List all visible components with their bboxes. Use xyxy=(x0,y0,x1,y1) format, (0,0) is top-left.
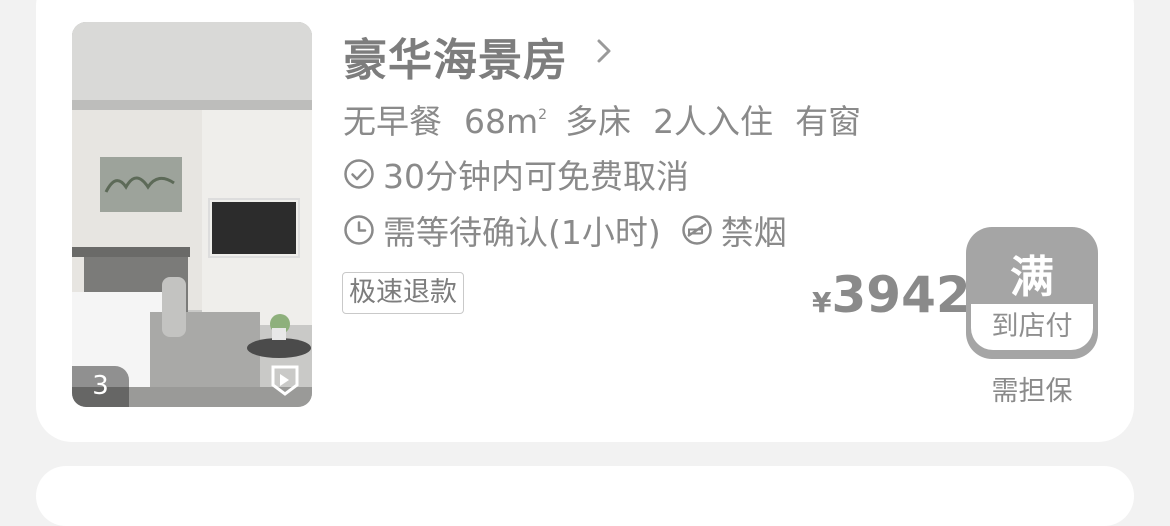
smoking-policy-text: 禁烟 xyxy=(720,213,787,252)
room-price: ¥3942 xyxy=(812,266,971,324)
price-amount: 3942 xyxy=(831,266,971,324)
next-room-card[interactable] xyxy=(36,466,1134,526)
photo-count-badge: 3 xyxy=(72,366,129,407)
spec-window: 有窗 xyxy=(795,102,862,141)
book-status-label: 满 xyxy=(1010,252,1054,303)
room-specs: 无早餐 68m2 多床 2人入住 有窗 xyxy=(343,95,861,143)
guarantee-required-label: 需担保 xyxy=(991,376,1073,407)
book-button[interactable]: 满 到店付 xyxy=(966,227,1098,359)
spec-area: 68m xyxy=(464,102,539,141)
price-currency: ¥ xyxy=(812,286,832,319)
confirm-policy-text: 需等待确认(1小时) xyxy=(383,213,661,252)
room-photo[interactable]: 3 xyxy=(72,22,312,407)
spec-breakfast: 无早餐 xyxy=(343,102,442,141)
spec-occupancy: 2人入住 xyxy=(653,102,774,141)
chevron-right-icon[interactable] xyxy=(593,34,615,68)
spec-area-unit: 2 xyxy=(538,107,548,123)
spec-bed: 多床 xyxy=(565,102,632,141)
pay-at-hotel-label: 到店付 xyxy=(971,304,1093,350)
cancel-policy-text: 30分钟内可免费取消 xyxy=(383,157,689,196)
no-smoking-icon xyxy=(681,214,713,246)
cancel-policy: 30分钟内可免费取消 xyxy=(343,150,689,198)
check-circle-icon xyxy=(343,158,375,190)
room-photo-image xyxy=(72,22,312,407)
photo-badge-icon xyxy=(270,363,300,397)
fast-refund-tag: 极速退款 xyxy=(342,272,464,314)
clock-icon xyxy=(343,214,375,246)
confirm-policy: 需等待确认(1小时) 禁烟 xyxy=(343,206,787,254)
room-title[interactable]: 豪华海景房 xyxy=(343,24,568,88)
